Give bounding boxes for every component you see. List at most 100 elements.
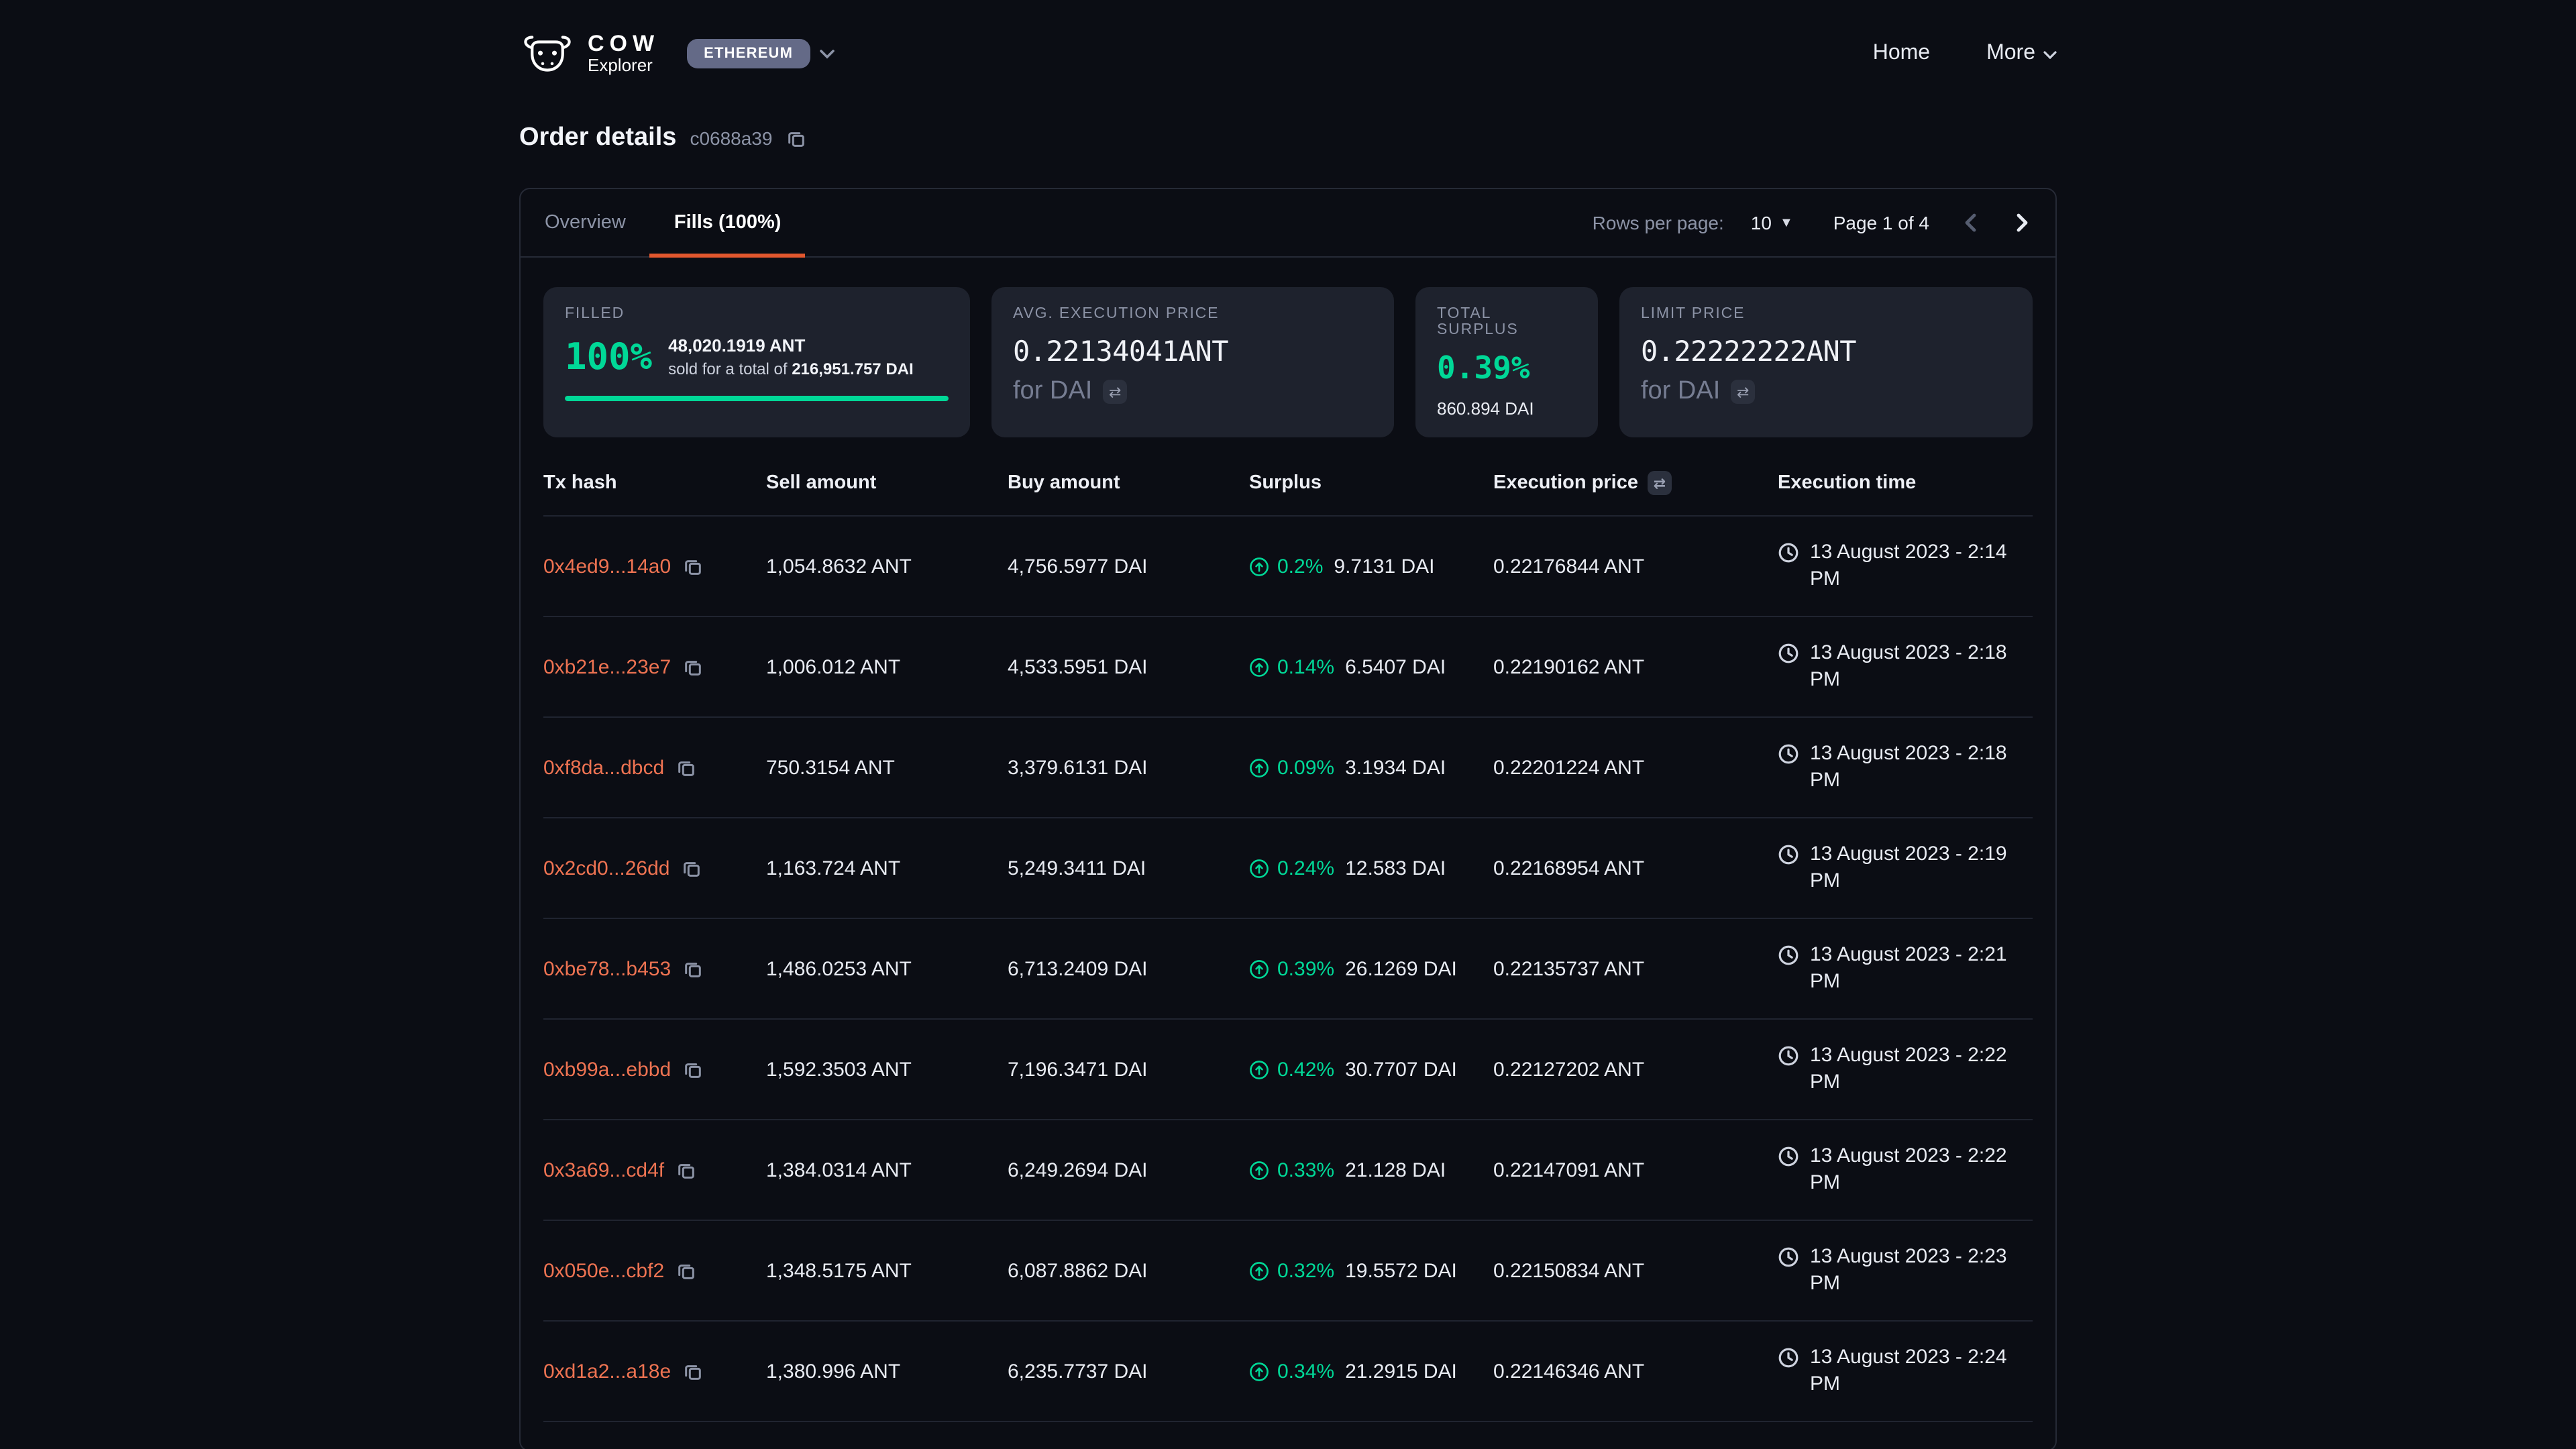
cow-logo-icon — [519, 32, 576, 75]
surplus-amount: 19.5572 DAI — [1345, 1259, 1457, 1282]
copy-tx-hash-icon[interactable] — [676, 1160, 696, 1180]
clock-icon — [1778, 1246, 1799, 1273]
tx-hash-link[interactable]: 0xb21e...23e7 — [543, 655, 671, 678]
buy-amount: 6,235.7737 DAI — [1008, 1360, 1249, 1383]
tx-hash-link[interactable]: 0xd1a2...a18e — [543, 1360, 671, 1383]
tx-hash-link[interactable]: 0x2cd0...26dd — [543, 857, 670, 879]
copy-tx-hash-icon[interactable] — [683, 1361, 703, 1381]
execution-time: 13 August 2023 - 2:14 PM — [1778, 539, 2057, 594]
invert-price-icon[interactable]: ⇄ — [1731, 380, 1755, 404]
card-total-surplus: TOTAL SURPLUS 0.39% 860.894 DAI — [1415, 287, 1598, 437]
arrow-up-circle-icon — [1249, 657, 1269, 677]
copy-tx-hash-icon[interactable] — [683, 657, 703, 677]
rows-per-page-select[interactable]: 10 ▼ — [1743, 211, 1801, 235]
filled-progress-bar — [565, 396, 949, 401]
arrow-up-circle-icon — [1249, 1160, 1269, 1180]
execution-price: 0.22150834 ANT — [1493, 1259, 1778, 1282]
table-row: 0x3a69...cd4f 1,384.0314 ANT 6,249.2694 … — [543, 1119, 2033, 1220]
tx-hash-link[interactable]: 0xb99a...ebbd — [543, 1058, 671, 1081]
sell-amount: 1,384.0314 ANT — [766, 1159, 1008, 1181]
surplus-cell: 0.14% 6.5407 DAI — [1249, 655, 1493, 678]
table-row: 0x050e...cbf2 1,348.5175 ANT 6,087.8862 … — [543, 1220, 2033, 1320]
rows-per-page-label: Rows per page: — [1593, 212, 1724, 233]
tx-hash-link[interactable]: 0x4ed9...14a0 — [543, 555, 671, 578]
sell-amount: 750.3154 ANT — [766, 756, 1008, 779]
brand-logo[interactable]: COW Explorer — [519, 32, 659, 75]
buy-amount: 6,249.2694 DAI — [1008, 1159, 1249, 1181]
table-row: 0x2cd0...26dd 1,163.724 ANT 5,249.3411 D… — [543, 817, 2033, 918]
copy-tx-hash-icon[interactable] — [676, 757, 696, 777]
copy-tx-hash-icon[interactable] — [683, 556, 703, 576]
col-execution-time: Execution time — [1778, 472, 2033, 494]
table-row: 0xd1a2...a18e 1,380.996 ANT 6,235.7737 D… — [543, 1320, 2033, 1421]
surplus-cell: 0.33% 21.128 DAI — [1249, 1159, 1493, 1181]
previous-page-button[interactable] — [1959, 211, 1983, 235]
surplus-amount: 3.1934 DAI — [1345, 756, 1446, 779]
invert-price-column-icon[interactable]: ⇄ — [1648, 471, 1672, 495]
arrow-up-circle-icon — [1249, 858, 1269, 878]
copy-order-id-icon[interactable] — [786, 128, 806, 148]
copy-tx-hash-icon[interactable] — [676, 1260, 696, 1281]
table-body: 0x4ed9...14a0 1,054.8632 ANT 4,756.5977 … — [543, 515, 2033, 1422]
surplus-percent: 0.09% — [1277, 756, 1334, 779]
clock-icon — [1778, 1347, 1799, 1374]
arrow-up-circle-icon — [1249, 757, 1269, 777]
col-execution-price: Execution price ⇄ — [1493, 471, 1778, 495]
card-limit-price: LIMIT PRICE 0.22222222ANT for DAI ⇄ — [1619, 287, 2033, 437]
clock-icon — [1778, 743, 1799, 770]
surplus-cell: 0.24% 12.583 DAI — [1249, 857, 1493, 879]
table-row: 0xb21e...23e7 1,006.012 ANT 4,533.5951 D… — [543, 616, 2033, 716]
execution-price: 0.22135737 ANT — [1493, 957, 1778, 980]
stat-cards: FILLED 100% 48,020.1919 ANT sold for a t… — [543, 287, 2033, 437]
tx-hash-link[interactable]: 0x050e...cbf2 — [543, 1259, 664, 1282]
surplus-amount: 6.5407 DAI — [1345, 655, 1446, 678]
buy-amount: 3,379.6131 DAI — [1008, 756, 1249, 779]
copy-tx-hash-icon[interactable] — [683, 1059, 703, 1079]
surplus-percent: 0.2% — [1277, 555, 1323, 578]
execution-price: 0.22201224 ANT — [1493, 756, 1778, 779]
clock-icon — [1778, 643, 1799, 669]
brand-name: COW — [588, 33, 659, 57]
next-page-button[interactable] — [2010, 211, 2034, 235]
nav-home[interactable]: Home — [1873, 42, 1930, 66]
table-controls: Rows per page: 10 ▼ Page 1 of 4 — [1593, 211, 2034, 235]
panel-tabbar: Overview Fills (100%) Rows per page: 10 … — [521, 189, 2055, 258]
buy-amount: 6,087.8862 DAI — [1008, 1259, 1249, 1282]
sell-amount: 1,348.5175 ANT — [766, 1259, 1008, 1282]
copy-tx-hash-icon[interactable] — [683, 959, 703, 979]
site-header: COW Explorer ETHEREUM Home More — [0, 0, 2576, 86]
tx-hash-link[interactable]: 0xf8da...dbcd — [543, 756, 664, 779]
col-buy-amount: Buy amount — [1008, 472, 1249, 494]
tx-hash-link[interactable]: 0xbe78...b453 — [543, 957, 671, 980]
table-row: 0xbe78...b453 1,486.0253 ANT 6,713.2409 … — [543, 918, 2033, 1018]
network-badge[interactable]: ETHEREUM — [686, 39, 810, 68]
clock-icon — [1778, 945, 1799, 971]
surplus-cell: 0.34% 21.2915 DAI — [1249, 1360, 1493, 1383]
nav-more[interactable]: More — [1986, 42, 2057, 66]
page-title: Order details — [519, 123, 676, 153]
sell-amount: 1,486.0253 ANT — [766, 957, 1008, 980]
table-row: 0xf8da...dbcd 750.3154 ANT 3,379.6131 DA… — [543, 716, 2033, 817]
fills-table: Tx hash Sell amount Buy amount Surplus E… — [543, 437, 2033, 1422]
tab-overview[interactable]: Overview — [521, 189, 650, 256]
network-selector[interactable]: ETHEREUM — [686, 39, 835, 68]
brand-subtitle: Explorer — [588, 56, 659, 74]
card-filled-label: FILLED — [565, 306, 949, 322]
invert-price-icon[interactable]: ⇄ — [1103, 380, 1127, 404]
buy-amount: 5,249.3411 DAI — [1008, 857, 1249, 879]
surplus-percent: 0.39% — [1277, 957, 1334, 980]
copy-tx-hash-icon[interactable] — [682, 858, 702, 878]
page-title-row: Order details c0688a39 — [519, 123, 2057, 153]
buy-amount: 4,533.5951 DAI — [1008, 655, 1249, 678]
chevron-down-icon — [2043, 42, 2057, 66]
surplus-cell: 0.09% 3.1934 DAI — [1249, 756, 1493, 779]
caret-down-icon: ▼ — [1780, 215, 1793, 230]
tx-hash-link[interactable]: 0x3a69...cd4f — [543, 1159, 664, 1181]
col-tx-hash: Tx hash — [543, 472, 766, 494]
table-row: 0xb99a...ebbd 1,592.3503 ANT 7,196.3471 … — [543, 1018, 2033, 1119]
tab-fills[interactable]: Fills (100%) — [650, 189, 806, 256]
clock-icon — [1778, 1045, 1799, 1072]
filled-percent: 100% — [565, 336, 652, 378]
limit-price-quote: for DAI — [1641, 377, 1720, 407]
surplus-amount: 30.7707 DAI — [1345, 1058, 1457, 1081]
